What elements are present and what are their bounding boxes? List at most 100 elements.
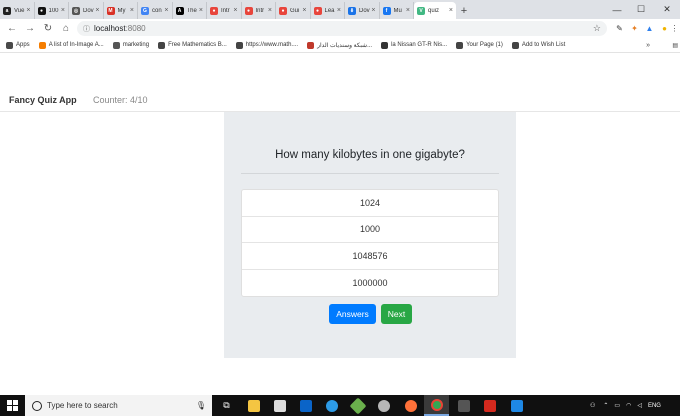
tab-label: quiz	[428, 7, 440, 14]
gmail-icon: M	[106, 6, 115, 15]
browser-tab[interactable]: ● Intr ×	[242, 2, 276, 19]
tab-close-icon[interactable]: ×	[371, 7, 375, 14]
bookmark-item[interactable]: A list of In-Image A...	[38, 41, 104, 49]
chrome-icon[interactable]	[424, 395, 449, 416]
browser-tab[interactable]: a Vue ×	[0, 2, 35, 19]
browser-tab[interactable]: ◎ Dov ×	[69, 2, 104, 19]
browser-tab[interactable]: Vquiz ×	[414, 2, 456, 19]
address-bar[interactable]: ⓘ localhost:8080 ☆	[77, 21, 607, 36]
tab-close-icon[interactable]: ×	[268, 7, 272, 14]
info-icon[interactable]: ⓘ	[83, 24, 90, 34]
edge-icon[interactable]	[319, 395, 344, 416]
tab-close-icon[interactable]: ×	[164, 7, 168, 14]
browser-tab[interactable]: A The ×	[173, 2, 207, 19]
answer-option[interactable]: 1000	[242, 217, 498, 243]
red-circle-icon: ●	[313, 6, 322, 15]
tab-close-icon[interactable]: ×	[302, 7, 306, 14]
tab-label: Vue	[14, 7, 25, 14]
volume-icon[interactable]: ◁	[637, 402, 642, 409]
reload-icon[interactable]: ↻	[39, 20, 57, 38]
sketch-icon[interactable]	[345, 395, 370, 416]
browser-tab[interactable]: f Mu ×	[380, 2, 414, 19]
extension-blue-icon[interactable]: ▲	[642, 19, 657, 38]
bookmark-item[interactable]: Your Page (1)	[456, 41, 503, 49]
calculator-icon[interactable]	[451, 395, 476, 416]
language-indicator[interactable]: ENG	[648, 403, 661, 409]
tab-label: Dov	[83, 7, 94, 14]
blogger-icon	[38, 41, 46, 49]
question-text: How many kilobytes in one gigabyte?	[275, 149, 465, 161]
browser-tab[interactable]: ● 100 ×	[35, 2, 69, 19]
browser-tab[interactable]: ● Lea ×	[311, 2, 345, 19]
home-icon[interactable]: ⌂	[57, 20, 75, 38]
browser-tab[interactable]: ● Intr ×	[207, 2, 242, 19]
extension-pen-icon[interactable]: ✎	[612, 19, 627, 38]
apps-grid-icon	[6, 41, 13, 49]
red-circle-icon: ●	[244, 6, 253, 15]
file-explorer-icon[interactable]	[241, 395, 266, 416]
store-icon[interactable]	[267, 395, 292, 416]
app-brand[interactable]: Fancy Quiz App	[9, 95, 77, 105]
vue-icon: V	[417, 6, 425, 15]
tab-label: The	[186, 7, 197, 14]
tab-close-icon[interactable]: ×	[406, 7, 410, 14]
tray-up-arrow-icon[interactable]: ⌃	[603, 402, 608, 409]
bookmark-item[interactable]: شبكة وسنديات الدار...	[307, 41, 372, 49]
firefox-icon[interactable]	[398, 395, 423, 416]
bookmark-item[interactable]: la Nissan GT-R Nis...	[381, 41, 447, 49]
bookmarks-overflow-icon[interactable]: »	[646, 38, 650, 53]
red-circle-icon: ●	[279, 6, 287, 15]
system-tray: ⚇ ⌃ ▭ ◠ ◁ ENG	[590, 395, 661, 416]
bookmark-item[interactable]: Apps	[6, 41, 30, 49]
answer-option[interactable]: 1000000	[242, 270, 498, 297]
tab-close-icon[interactable]: ×	[95, 7, 99, 14]
tab-label: Mu	[393, 7, 402, 14]
browser-tab[interactable]: Gcon ×	[138, 2, 173, 19]
next-button[interactable]: Next	[381, 304, 412, 324]
forward-arrow-icon[interactable]: →	[21, 20, 39, 38]
bookmark-label: Apps	[16, 42, 30, 48]
new-tab-icon[interactable]: +	[456, 2, 472, 19]
globe-icon	[235, 41, 243, 49]
minimize-icon[interactable]: —	[606, 0, 628, 19]
black-square-icon: A	[175, 6, 184, 15]
close-window-icon[interactable]: ✕	[656, 0, 678, 19]
bookmark-item[interactable]: marketing	[112, 41, 149, 49]
answers-button[interactable]: Answers	[329, 304, 376, 324]
task-view-icon[interactable]: ⧉	[214, 395, 239, 416]
tab-label: Intr	[221, 7, 230, 14]
tab-close-icon[interactable]: ×	[337, 7, 341, 14]
red-circle-icon: ●	[210, 6, 218, 15]
extension-orange-icon[interactable]: ✦	[627, 19, 642, 38]
bookmark-item[interactable]: https://www.math....	[235, 41, 298, 49]
tab-close-icon[interactable]: ×	[449, 7, 453, 14]
browser-menu-icon[interactable]: ⋮	[667, 19, 680, 38]
back-arrow-icon[interactable]: ←	[3, 20, 21, 38]
tab-close-icon[interactable]: ×	[26, 7, 30, 14]
question-counter: Counter: 4/10	[93, 94, 148, 105]
tab-close-icon[interactable]: ×	[199, 7, 203, 14]
tab-close-icon[interactable]: ×	[233, 7, 237, 14]
answer-option[interactable]: 1048576	[242, 243, 498, 270]
acrobat-icon[interactable]	[477, 395, 502, 416]
tab-close-icon[interactable]: ×	[130, 7, 134, 14]
bookmark-star-icon[interactable]: ☆	[593, 23, 601, 34]
mail-icon[interactable]	[293, 395, 318, 416]
bookmark-item[interactable]: Add to Wish List	[511, 41, 565, 49]
people-icon[interactable]: ⚇	[590, 402, 595, 409]
bookmark-item[interactable]: Free Mathematics B...	[158, 41, 227, 49]
other-bookmarks-icon[interactable]: ▤	[672, 38, 678, 53]
maximize-icon[interactable]: ☐	[630, 0, 652, 19]
browser-tab[interactable]: ● Gui ×	[276, 2, 311, 19]
browser-tab[interactable]: ⬇ Dov ×	[345, 2, 380, 19]
answer-option[interactable]: 1024	[242, 190, 498, 217]
bookmark-label: A list of In-Image A...	[48, 42, 104, 48]
network-icon[interactable]: ◠	[626, 402, 631, 409]
tab-close-icon[interactable]: ×	[61, 7, 65, 14]
vscode-icon[interactable]	[504, 395, 529, 416]
battery-icon[interactable]: ▭	[614, 402, 620, 409]
marketing-icon	[112, 41, 120, 49]
paint-icon[interactable]	[371, 395, 396, 416]
tab-label: Intr	[255, 7, 265, 14]
browser-tab[interactable]: M My ×	[104, 2, 138, 19]
